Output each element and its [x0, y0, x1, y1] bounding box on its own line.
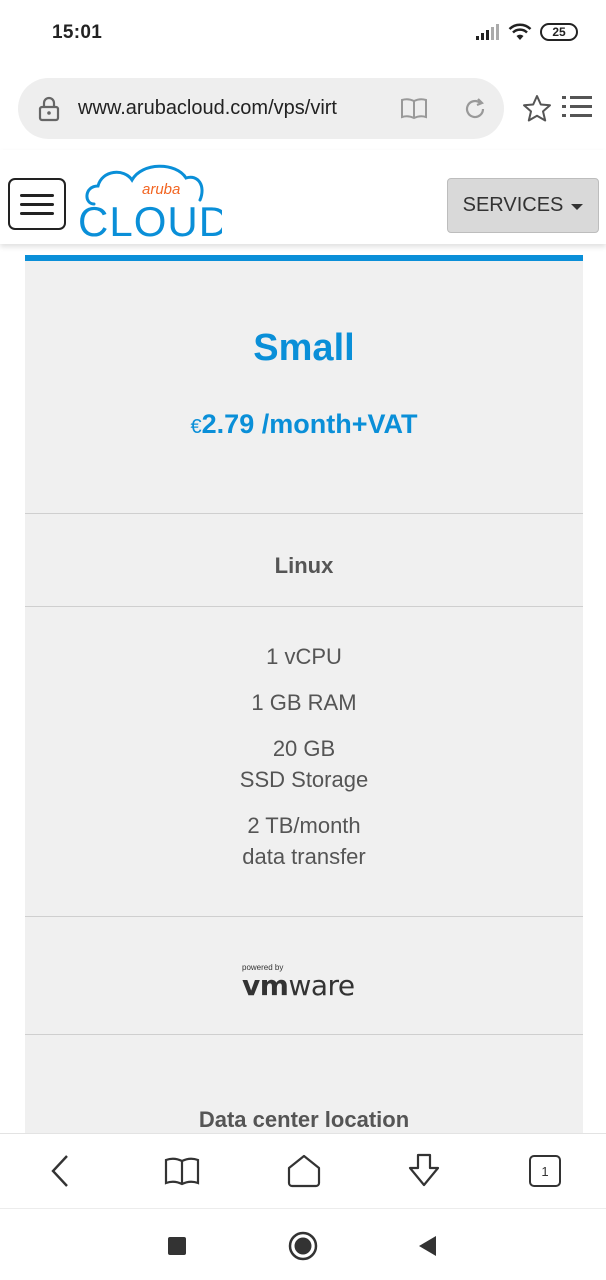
- lock-icon: [38, 96, 60, 127]
- plan-price: €2.79 /month+VAT: [25, 409, 583, 440]
- spec-item: 1 vCPU: [25, 641, 583, 672]
- spec-item: 20 GB SSD Storage: [25, 733, 583, 795]
- plan-title: Small: [253, 327, 355, 369]
- services-dropdown-button[interactable]: SERVICES: [447, 178, 599, 233]
- signal-icon: [476, 24, 499, 40]
- star-icon[interactable]: [522, 94, 552, 129]
- datacenter-label: Data center location: [198, 1107, 410, 1132]
- hamburger-line: [20, 211, 54, 215]
- battery-icon: 25: [540, 23, 578, 41]
- spec-item: 2 TB/month data transfer: [25, 810, 583, 872]
- vmware-logo-inner: powered by vmware: [242, 963, 366, 1002]
- site-header: aruba CLOUD SERVICES: [0, 150, 606, 244]
- spec-list: 1 vCPU 1 GB RAM 20 GB SSD Storage 2 TB/m…: [25, 641, 583, 887]
- divider: [25, 606, 583, 607]
- vmware-logo: powered by vmware: [25, 963, 583, 1002]
- plan-card: Small €2.79 /month+VAT Linux 1 vCPU 1 GB…: [25, 255, 583, 1133]
- reader-mode-icon[interactable]: [400, 96, 428, 125]
- os-label: Linux: [274, 553, 334, 578]
- back-icon[interactable]: [40, 1151, 80, 1191]
- system-nav-bar: [0, 1208, 606, 1280]
- wifi-icon: [508, 23, 532, 40]
- status-icons: 25: [476, 22, 578, 42]
- caret-down-icon: [571, 203, 584, 210]
- logo-small-text: aruba: [142, 181, 180, 198]
- vmware-ware: ware: [288, 969, 355, 1002]
- bookmarks-icon[interactable]: [162, 1151, 202, 1191]
- download-icon[interactable]: [404, 1151, 444, 1191]
- system-back-icon[interactable]: [412, 1231, 442, 1261]
- reload-icon[interactable]: [462, 96, 488, 127]
- price-period: /month+VAT: [254, 409, 418, 439]
- status-bar: 15:01 25: [0, 0, 606, 66]
- system-home-icon[interactable]: [288, 1231, 318, 1261]
- spec-line: 2 TB/month: [247, 813, 361, 838]
- services-label: SERVICES: [462, 194, 564, 216]
- logo-large-text: CLOUD: [78, 198, 222, 242]
- list-menu-icon[interactable]: [562, 94, 592, 125]
- price-amount: 2.79: [201, 409, 255, 439]
- divider: [25, 916, 583, 917]
- hamburger-line: [20, 202, 54, 206]
- hamburger-menu-button[interactable]: [8, 178, 66, 230]
- tabs-button[interactable]: 1: [525, 1151, 565, 1191]
- spec-item: 1 GB RAM: [25, 687, 583, 718]
- spec-line: data transfer: [242, 844, 366, 869]
- hamburger-line: [20, 193, 54, 197]
- vmware-wordmark: vmware: [242, 969, 355, 1002]
- status-time: 15:01: [52, 22, 103, 43]
- recents-icon[interactable]: [162, 1231, 192, 1261]
- spec-line: 20 GB: [272, 736, 336, 761]
- price-currency: €: [190, 416, 202, 438]
- home-icon[interactable]: [284, 1151, 324, 1191]
- url-text[interactable]: www.arubacloud.com/vps/virt: [78, 97, 390, 120]
- aruba-cloud-logo[interactable]: aruba CLOUD: [76, 160, 222, 242]
- vmware-vm: vm: [242, 969, 289, 1002]
- spec-line: SSD Storage: [239, 767, 369, 792]
- browser-bottom-nav: 1: [0, 1133, 606, 1208]
- divider: [25, 513, 583, 514]
- address-bar[interactable]: www.arubacloud.com/vps/virt: [18, 78, 504, 139]
- tab-count: 1: [529, 1155, 561, 1187]
- spec-line: 1 vCPU: [266, 644, 342, 669]
- divider: [25, 1034, 583, 1035]
- spec-line: 1 GB RAM: [251, 690, 357, 715]
